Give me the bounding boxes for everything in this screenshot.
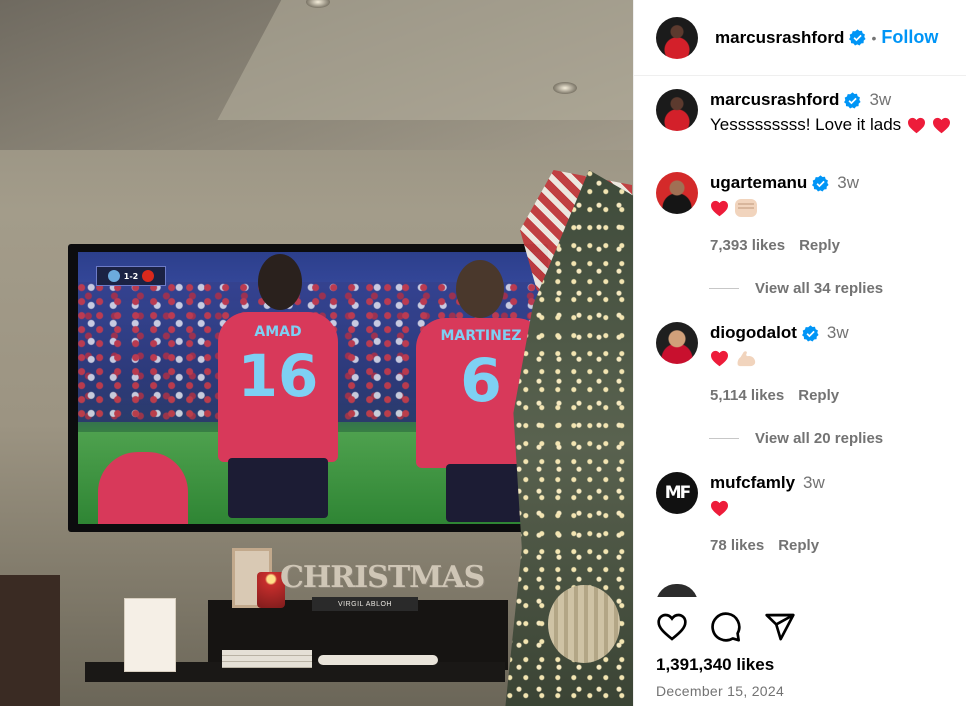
- follow-button[interactable]: Follow: [881, 27, 938, 48]
- player-bottom-left: [98, 452, 188, 524]
- away-crest-icon: [142, 270, 155, 282]
- book: VIRGIL ABLOH: [312, 597, 418, 611]
- author-username[interactable]: marcusrashford: [715, 28, 844, 48]
- separator-dot: •: [871, 29, 877, 46]
- view-replies-button[interactable]: View all 20 replies: [709, 430, 883, 447]
- comment-time[interactable]: 3w: [837, 173, 859, 193]
- ceiling-beam: [217, 0, 633, 120]
- scoreline: 1-2: [123, 271, 139, 281]
- player-left-head: [258, 254, 302, 310]
- post-sidebar: marcusrashford • Follow marcusrashford 3…: [633, 0, 966, 706]
- red-heart-icon: [711, 200, 728, 216]
- post-header: marcusrashford • Follow: [634, 0, 966, 76]
- jersey-name: MARTINEZ: [440, 328, 522, 344]
- verified-badge-icon: [801, 324, 819, 342]
- red-heart-icon: [933, 117, 951, 133]
- caption-avatar[interactable]: [656, 89, 698, 131]
- comment: ugartemanu 3w 7,393 likes Reply: [656, 172, 966, 254]
- jersey-number: 16: [237, 342, 319, 410]
- commenter-username[interactable]: diogodalot: [710, 323, 797, 343]
- post-date[interactable]: December 15, 2024: [656, 683, 784, 699]
- view-replies-label: View all 34 replies: [755, 280, 884, 297]
- commenter-username[interactable]: mufcfamly: [710, 473, 795, 493]
- view-replies-button[interactable]: View all 34 replies: [709, 280, 883, 297]
- red-heart-icon: [711, 350, 728, 366]
- caption: marcusrashford 3w Yesssssssss! Love it l…: [656, 89, 966, 136]
- post-actions: 1,391,340 likes December 15, 2024: [634, 597, 966, 706]
- comment-likes[interactable]: 5,114 likes: [710, 387, 784, 404]
- commenter-username[interactable]: ugartemanu: [710, 173, 807, 193]
- downlight: [553, 82, 577, 94]
- post-photo[interactable]: 1-2 AMAD 16 MARTINEZ 6 CHRISTMAS VIRGIL …: [0, 0, 633, 706]
- reply-button[interactable]: Reply: [778, 537, 819, 554]
- caption-text: Yesssssssss! Love it lads: [710, 115, 902, 134]
- comment: MF mufcfamly 3w 78 likes Reply: [656, 472, 966, 554]
- commenter-avatar[interactable]: MF: [656, 472, 698, 514]
- replies-divider: [709, 288, 739, 289]
- jersey-name: AMAD: [254, 324, 302, 340]
- commenter-avatar[interactable]: [656, 172, 698, 214]
- player-left-shorts: [228, 458, 328, 518]
- comment-likes[interactable]: 7,393 likes: [710, 237, 785, 254]
- replies-divider: [709, 438, 739, 439]
- reply-button[interactable]: Reply: [799, 237, 840, 254]
- player-right-head: [456, 260, 504, 318]
- greeting-card: [124, 598, 176, 672]
- tv-screen: 1-2 AMAD 16 MARTINEZ 6: [78, 252, 540, 524]
- decor-bowls: [318, 655, 438, 665]
- red-heart-icon: [908, 117, 926, 133]
- comment-likes[interactable]: 78 likes: [710, 537, 764, 554]
- view-replies-label: View all 20 replies: [755, 430, 884, 447]
- player-left: AMAD 16: [218, 312, 338, 462]
- caption-username[interactable]: marcusrashford: [710, 90, 839, 110]
- reply-button[interactable]: Reply: [798, 387, 839, 404]
- next-commenter-avatar[interactable]: [656, 584, 698, 597]
- total-likes[interactable]: 1,391,340 likes: [656, 655, 774, 675]
- book-stack: [222, 650, 312, 668]
- heart-icon[interactable]: [656, 611, 688, 643]
- commenter-avatar[interactable]: [656, 322, 698, 364]
- comment-time[interactable]: 3w: [803, 473, 825, 493]
- avatar-monogram: MF: [664, 483, 691, 503]
- scorebug: 1-2: [96, 266, 166, 286]
- flexed-biceps-icon: [737, 351, 756, 367]
- share-icon[interactable]: [764, 611, 796, 643]
- fist-bump-icon: [735, 199, 757, 217]
- verified-badge-icon: [849, 29, 867, 46]
- caption-time[interactable]: 3w: [869, 90, 891, 110]
- verified-badge-icon: [844, 91, 862, 109]
- home-crest-icon: [107, 270, 120, 282]
- comment-time[interactable]: 3w: [827, 323, 849, 343]
- side-table: [0, 575, 60, 706]
- comment: diogodalot 3w 5,114 likes Reply: [656, 322, 966, 404]
- comments-list[interactable]: marcusrashford 3w Yesssssssss! Love it l…: [634, 77, 966, 597]
- red-heart-icon: [711, 500, 728, 516]
- christmas-sign: CHRISTMAS: [280, 560, 485, 595]
- author-avatar[interactable]: [656, 16, 698, 59]
- comment-icon[interactable]: [710, 611, 742, 643]
- verified-badge-icon: [812, 174, 829, 192]
- paper-ornament: [548, 585, 620, 663]
